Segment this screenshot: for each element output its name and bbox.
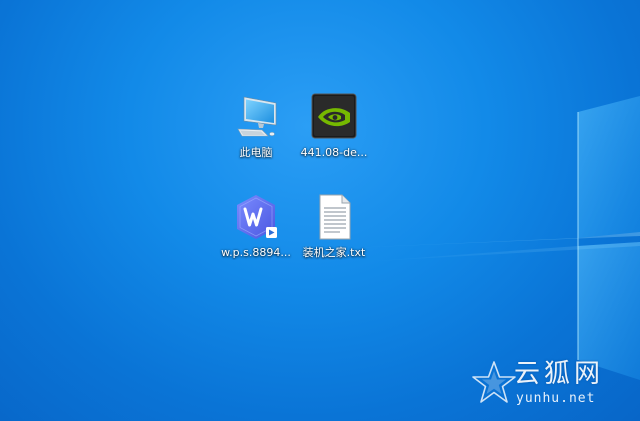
wps-icon xyxy=(237,195,277,239)
desktop-icon-label: 此电脑 xyxy=(239,146,273,159)
watermark-brand: 云狐网 xyxy=(514,359,605,389)
desktop-icon-label: 441.08-de... xyxy=(300,146,368,159)
desktop-icon-wps[interactable]: w.p.s.8894... xyxy=(214,193,298,275)
desktop-icon-label: w.p.s.8894... xyxy=(221,246,291,259)
desktop-icon-text-file[interactable]: 装机之家.txt xyxy=(292,193,376,275)
star-logo-icon xyxy=(472,361,516,403)
watermark-url: yunhu.net xyxy=(516,391,596,406)
desktop-icon-this-pc[interactable]: 此电脑 xyxy=(214,93,298,175)
this-pc-icon xyxy=(237,96,277,137)
desktop-background[interactable]: 此电脑 441.08-de... w.p.s.8894... 装机之家.txt … xyxy=(0,0,640,421)
desktop-icon-nvidia-driver[interactable]: 441.08-de... xyxy=(292,93,376,175)
watermark: 云狐网 yunhu.net xyxy=(470,357,634,415)
text-file-icon xyxy=(319,194,351,240)
desktop-icon-label: 装机之家.txt xyxy=(302,246,366,259)
nvidia-icon xyxy=(311,93,357,139)
